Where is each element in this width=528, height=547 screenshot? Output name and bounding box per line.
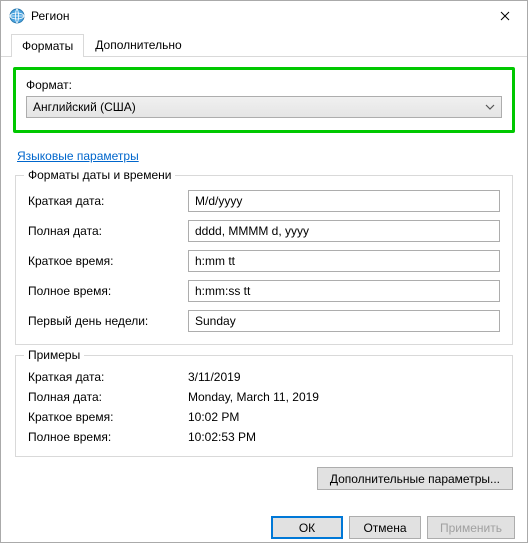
first-day-select[interactable]: Sunday bbox=[188, 310, 500, 332]
short-time-value: h:mm tt bbox=[195, 254, 235, 268]
button-label: Применить bbox=[440, 521, 502, 535]
group-title: Примеры bbox=[24, 348, 84, 362]
ex-long-time-value: 10:02:53 PM bbox=[188, 430, 500, 444]
ok-button[interactable]: ОК bbox=[271, 516, 343, 539]
examples-group: Примеры Краткая дата: 3/11/2019 Полная д… bbox=[15, 355, 513, 457]
ex-long-date-label: Полная дата: bbox=[28, 390, 188, 404]
additional-params-button[interactable]: Дополнительные параметры... bbox=[317, 467, 513, 490]
short-date-label: Краткая дата: bbox=[28, 194, 188, 208]
date-time-formats-group: Форматы даты и времени Краткая дата: M/d… bbox=[15, 175, 513, 345]
ex-short-time-value: 10:02 PM bbox=[188, 410, 500, 424]
first-day-value: Sunday bbox=[195, 314, 236, 328]
tab-additional[interactable]: Дополнительно bbox=[84, 33, 192, 56]
close-button[interactable] bbox=[485, 2, 525, 30]
long-date-select[interactable]: dddd, MMMM d, yyyy bbox=[188, 220, 500, 242]
dialog-buttons: ОК Отмена Применить bbox=[1, 508, 527, 547]
ex-short-date-label: Краткая дата: bbox=[28, 370, 188, 384]
long-date-label: Полная дата: bbox=[28, 224, 188, 238]
group-title: Форматы даты и времени bbox=[24, 168, 175, 182]
format-highlight-box: Формат: Английский (США) bbox=[13, 67, 515, 133]
apply-button[interactable]: Применить bbox=[427, 516, 515, 539]
tab-strip: Форматы Дополнительно bbox=[1, 31, 527, 57]
first-day-label: Первый день недели: bbox=[28, 314, 188, 328]
globe-icon bbox=[9, 8, 25, 24]
long-time-value: h:mm:ss tt bbox=[195, 284, 250, 298]
tab-label: Форматы bbox=[22, 39, 73, 53]
format-label: Формат: bbox=[26, 78, 502, 92]
long-date-value: dddd, MMMM d, yyyy bbox=[195, 224, 309, 238]
short-time-label: Краткое время: bbox=[28, 254, 188, 268]
chevron-down-icon bbox=[485, 104, 495, 110]
button-label: Дополнительные параметры... bbox=[330, 472, 500, 486]
short-date-select[interactable]: M/d/yyyy bbox=[188, 190, 500, 212]
short-date-value: M/d/yyyy bbox=[195, 194, 242, 208]
tab-formats[interactable]: Форматы bbox=[11, 34, 84, 57]
format-select[interactable]: Английский (США) bbox=[26, 96, 502, 118]
ex-short-time-label: Краткое время: bbox=[28, 410, 188, 424]
ex-long-time-label: Полное время: bbox=[28, 430, 188, 444]
long-time-select[interactable]: h:mm:ss tt bbox=[188, 280, 500, 302]
cancel-button[interactable]: Отмена bbox=[349, 516, 421, 539]
ex-long-date-value: Monday, March 11, 2019 bbox=[188, 390, 500, 404]
titlebar: Регион bbox=[1, 1, 527, 31]
language-params-link[interactable]: Языковые параметры bbox=[17, 149, 139, 163]
button-label: Отмена bbox=[363, 521, 406, 535]
tab-label: Дополнительно bbox=[95, 38, 181, 52]
tab-content: Формат: Английский (США) Языковые параме… bbox=[1, 57, 527, 508]
ex-short-date-value: 3/11/2019 bbox=[188, 370, 500, 384]
button-label: ОК bbox=[299, 521, 315, 535]
window-title: Регион bbox=[31, 9, 485, 23]
short-time-select[interactable]: h:mm tt bbox=[188, 250, 500, 272]
long-time-label: Полное время: bbox=[28, 284, 188, 298]
format-value: Английский (США) bbox=[33, 100, 136, 114]
